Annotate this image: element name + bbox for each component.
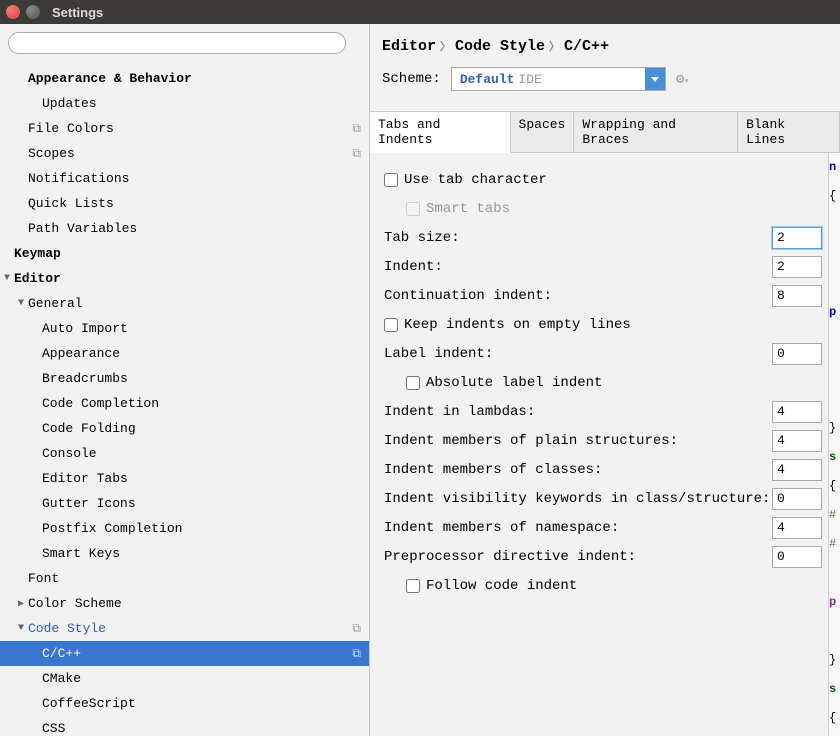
vis-input[interactable]: [772, 488, 822, 510]
classes-label: Indent members of classes:: [384, 462, 772, 478]
lambdas-input[interactable]: [772, 401, 822, 423]
tree-keymap[interactable]: Keymap: [0, 241, 369, 266]
tab-blank-lines[interactable]: Blank Lines: [738, 112, 840, 152]
abs-label-checkbox[interactable]: [406, 376, 420, 390]
chevron-down-icon: ▼: [14, 298, 28, 309]
use-tab-label: Use tab character: [404, 172, 547, 188]
content-panel: Editor〉Code Style〉C/C++ Scheme: DefaultI…: [370, 24, 840, 736]
ns-input[interactable]: [772, 517, 822, 539]
classes-input[interactable]: [772, 459, 822, 481]
minimize-icon[interactable]: [26, 5, 40, 19]
tree-file-colors[interactable]: File Colors⧉: [0, 116, 369, 141]
window-title: Settings: [52, 5, 103, 20]
scheme-select[interactable]: DefaultIDE: [451, 67, 666, 91]
tree-appearance-behavior[interactable]: Appearance & Behavior: [0, 66, 369, 91]
tab-size-input[interactable]: [772, 227, 822, 249]
follow-label: Follow code indent: [426, 578, 577, 594]
indent-label: Indent:: [384, 259, 772, 275]
tab-tabs-indents[interactable]: Tabs and Indents: [370, 112, 511, 153]
tab-bar: Tabs and Indents Spaces Wrapping and Bra…: [370, 111, 840, 153]
plain-label: Indent members of plain structures:: [384, 433, 772, 449]
follow-checkbox[interactable]: [406, 579, 420, 593]
cont-indent-input[interactable]: [772, 285, 822, 307]
tree-general[interactable]: ▼General: [0, 291, 369, 316]
smart-tabs-checkbox: [406, 202, 420, 216]
copy-icon: ⧉: [352, 622, 361, 636]
label-indent-input[interactable]: [772, 343, 822, 365]
chevron-down-icon: ▼: [0, 273, 14, 284]
smart-tabs-label: Smart tabs: [426, 201, 510, 217]
tree-ccpp[interactable]: C/C++⧉: [0, 641, 369, 666]
code-preview: n { p } s { # # p } s { p: [828, 153, 840, 736]
tree-scopes[interactable]: Scopes⧉: [0, 141, 369, 166]
cont-indent-label: Continuation indent:: [384, 288, 772, 304]
tab-wrapping[interactable]: Wrapping and Braces: [574, 112, 738, 152]
ns-label: Indent members of namespace:: [384, 520, 772, 536]
chevron-down-icon: ▼: [14, 623, 28, 634]
tree-updates[interactable]: Updates: [0, 91, 369, 116]
indent-input[interactable]: [772, 256, 822, 278]
scheme-label: Scheme:: [382, 71, 441, 87]
pp-label: Preprocessor directive indent:: [384, 549, 772, 565]
copy-icon: ⧉: [352, 147, 361, 161]
tree-code-folding[interactable]: Code Folding: [0, 416, 369, 441]
tree-editor-tabs[interactable]: Editor Tabs: [0, 466, 369, 491]
tree-editor[interactable]: ▼Editor: [0, 266, 369, 291]
tree-appearance[interactable]: Appearance: [0, 341, 369, 366]
tree-code-style[interactable]: ▼Code Style⧉: [0, 616, 369, 641]
lambdas-label: Indent in lambdas:: [384, 404, 772, 420]
label-indent-label: Label indent:: [384, 346, 772, 362]
tab-size-label: Tab size:: [384, 230, 772, 246]
tree-smart-keys[interactable]: Smart Keys: [0, 541, 369, 566]
tree-quick-lists[interactable]: Quick Lists: [0, 191, 369, 216]
tree-path-variables[interactable]: Path Variables: [0, 216, 369, 241]
titlebar: Settings: [0, 0, 840, 24]
breadcrumb: Editor〉Code Style〉C/C++: [370, 24, 840, 63]
chevron-down-icon: [645, 68, 665, 90]
tree-gutter-icons[interactable]: Gutter Icons: [0, 491, 369, 516]
plain-input[interactable]: [772, 430, 822, 452]
tab-spaces[interactable]: Spaces: [511, 112, 575, 152]
tree-cmake[interactable]: CMake: [0, 666, 369, 691]
tree-postfix-completion[interactable]: Postfix Completion: [0, 516, 369, 541]
tree-coffeescript[interactable]: CoffeeScript: [0, 691, 369, 716]
chevron-right-icon: ▶: [14, 598, 28, 610]
tree-auto-import[interactable]: Auto Import: [0, 316, 369, 341]
copy-icon: ⧉: [352, 122, 361, 136]
use-tab-checkbox[interactable]: [384, 173, 398, 187]
tree-breadcrumbs[interactable]: Breadcrumbs: [0, 366, 369, 391]
gear-icon[interactable]: ⚙▾: [676, 71, 689, 88]
copy-icon: ⧉: [352, 647, 361, 661]
tree-code-completion[interactable]: Code Completion: [0, 391, 369, 416]
keep-empty-label: Keep indents on empty lines: [404, 317, 631, 333]
tree-css[interactable]: CSS: [0, 716, 369, 736]
vis-label: Indent visibility keywords in class/stru…: [384, 491, 772, 507]
abs-label-label: Absolute label indent: [426, 375, 602, 391]
search-input[interactable]: [8, 32, 346, 54]
tree-notifications[interactable]: Notifications: [0, 166, 369, 191]
pp-input[interactable]: [772, 546, 822, 568]
close-icon[interactable]: [6, 5, 20, 19]
tree-console[interactable]: Console: [0, 441, 369, 466]
settings-tree: Appearance & Behavior Updates File Color…: [0, 62, 369, 736]
keep-empty-checkbox[interactable]: [384, 318, 398, 332]
tree-font[interactable]: Font: [0, 566, 369, 591]
form-panel: Use tab character Smart tabs Tab size: I…: [370, 153, 828, 736]
sidebar: Appearance & Behavior Updates File Color…: [0, 24, 370, 736]
tree-color-scheme[interactable]: ▶Color Scheme: [0, 591, 369, 616]
